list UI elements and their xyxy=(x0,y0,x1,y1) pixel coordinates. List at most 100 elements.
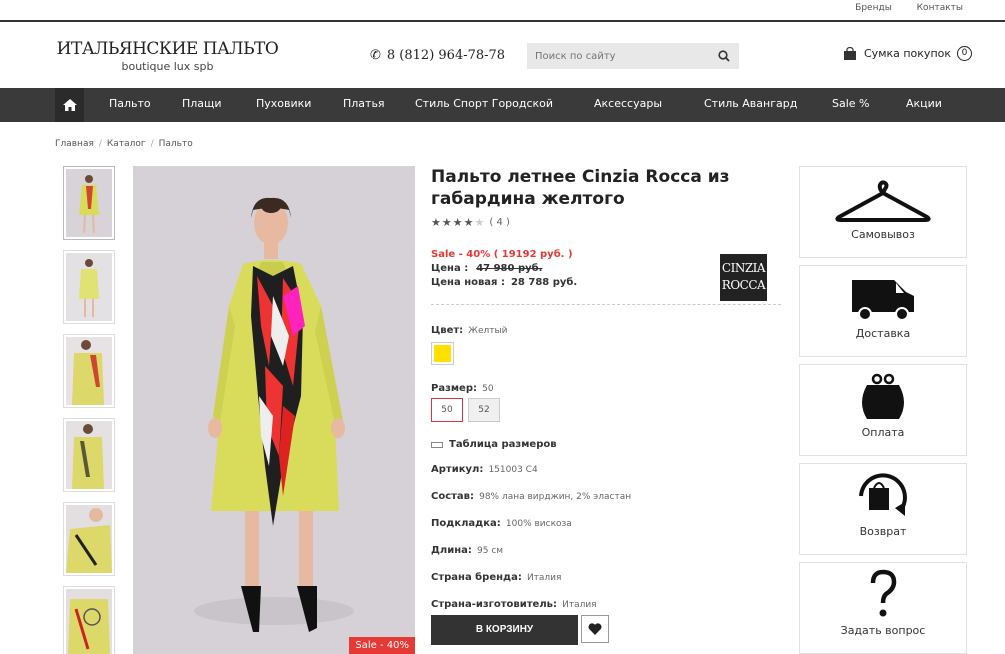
service-label: Самовывоз xyxy=(851,228,915,241)
nav-item-accessories[interactable]: Аксессуары xyxy=(594,97,662,110)
question-mark-icon xyxy=(870,569,897,617)
thumbnail[interactable] xyxy=(63,166,115,240)
color-value: Желтый xyxy=(468,326,508,336)
new-price: 28 788 руб. xyxy=(510,277,578,288)
divider xyxy=(431,304,781,305)
phone-icon: ✆ xyxy=(370,48,381,63)
search-icon[interactable] xyxy=(717,49,731,63)
shopping-bag-icon xyxy=(844,47,856,60)
spec-value: 100% вискоза xyxy=(505,519,572,529)
hanger-icon xyxy=(835,180,931,222)
spec-lining: Подкладка: 100% вискоза xyxy=(431,514,781,531)
home-icon xyxy=(62,99,77,111)
star-icon: ★ xyxy=(452,216,463,229)
add-to-cart-button[interactable]: В КОРЗИНУ xyxy=(431,615,578,645)
spec-label: Подкладка: xyxy=(431,518,501,529)
nav-item-urban-sport[interactable]: Стиль Спорт Городской xyxy=(415,97,553,110)
thumbnail-gallery xyxy=(63,166,115,654)
breadcrumb-coats[interactable]: Пальто xyxy=(159,139,193,149)
spec-label: Состав: xyxy=(431,491,475,502)
top-links: Бренды Контакты xyxy=(833,3,963,13)
nav-item-sale[interactable]: Sale % xyxy=(832,97,870,110)
size-selector: Размер: 50 50 52 xyxy=(431,376,781,422)
cart[interactable]: Сумка покупок 0 xyxy=(843,46,973,61)
size-table-link[interactable]: Таблица размеров xyxy=(431,439,781,450)
spec-composition: Состав: 98% лана вирджин, 2% эластан xyxy=(431,487,781,504)
site-logo[interactable]: ИТАЛЬЯНСКИЕ ПАЛЬТО boutique lux spb xyxy=(55,39,280,73)
thumbnail[interactable] xyxy=(63,334,115,408)
nav-item-dresses[interactable]: Платья xyxy=(343,97,385,110)
brands-link[interactable]: Бренды xyxy=(855,3,892,13)
product-title: Пальто летнее Cinzia Rocca из габардина … xyxy=(431,167,730,209)
star-icon: ★ xyxy=(431,216,441,229)
thumbnail[interactable] xyxy=(63,418,115,492)
service-label: Доставка xyxy=(855,327,911,340)
service-delivery[interactable]: Доставка xyxy=(799,265,967,357)
service-label: Оплата xyxy=(861,426,905,439)
color-swatch-yellow[interactable] xyxy=(431,342,454,365)
spec-value: 98% лана вирджин, 2% эластан xyxy=(479,492,632,502)
service-ask-question[interactable]: Задать вопрос xyxy=(799,562,967,654)
home-button[interactable] xyxy=(55,88,84,122)
thumbnail[interactable] xyxy=(63,502,115,576)
nav-item-raincoats[interactable]: Плащи xyxy=(182,97,222,110)
spec-article: Артикул: 151003 С4 xyxy=(431,460,781,477)
spec-label: Длина: xyxy=(431,545,472,556)
spec-value: Италия xyxy=(562,600,597,610)
service-return[interactable]: Возврат xyxy=(799,463,967,555)
spec-made-in: Страна-изготовитель: Италия xyxy=(431,595,781,612)
breadcrumb: Главная / Каталог / Пальто xyxy=(55,139,193,149)
spec-value: 95 см xyxy=(477,546,504,556)
phone-number[interactable]: ✆ 8 (812) 964-78-78 xyxy=(370,48,505,63)
thumbnail[interactable] xyxy=(63,586,115,654)
logo-subtitle: boutique lux spb xyxy=(121,60,214,73)
service-panel: Самовывоз Доставка Оплата Возврат Задать… xyxy=(799,166,967,654)
contacts-link[interactable]: Контакты xyxy=(917,3,963,13)
spec-brand-country: Страна бренда: Италия xyxy=(431,568,781,585)
sale-badge: Sale - 40% xyxy=(349,637,415,654)
cart-count: 0 xyxy=(957,46,973,61)
cart-label: Сумка покупок xyxy=(864,47,952,60)
breadcrumb-home[interactable]: Главная xyxy=(55,139,94,149)
spec-label: Страна-изготовитель: xyxy=(431,599,557,610)
search-input[interactable] xyxy=(527,43,707,69)
color-label: Цвет: xyxy=(431,325,464,336)
logo-title: ИТАЛЬЯНСКИЕ ПАЛЬТО xyxy=(56,39,279,59)
star-icon: ★ xyxy=(441,216,452,229)
size-table-label: Таблица размеров xyxy=(449,439,557,450)
wishlist-button[interactable] xyxy=(581,615,609,643)
rating[interactable]: ★ ★ ★ ★ ★ ( 4 ) xyxy=(431,216,781,229)
thumbnail[interactable] xyxy=(63,250,115,324)
header: ИТАЛЬЯНСКИЕ ПАЛЬТО boutique lux spb ✆ 8 (… xyxy=(0,22,1005,88)
main-nav: Пальто Плащи Пуховики Платья Стиль Спорт… xyxy=(0,88,1005,122)
buy-actions: В КОРЗИНУ xyxy=(431,615,609,645)
breadcrumb-catalog[interactable]: Каталог xyxy=(107,139,146,149)
nav-item-down-jackets[interactable]: Пуховики xyxy=(256,97,311,110)
spec-label: Страна бренда: xyxy=(431,572,522,583)
size-option-50[interactable]: 50 xyxy=(431,398,463,422)
search-box xyxy=(527,43,739,69)
nav-item-coats[interactable]: Пальто xyxy=(109,97,151,110)
brand-logo-line2: ROCCA xyxy=(721,278,766,292)
product-main-image[interactable]: Sale - 40% xyxy=(133,166,415,654)
heart-icon xyxy=(588,623,602,635)
service-pickup[interactable]: Самовывоз xyxy=(799,166,967,258)
nav-item-avantgarde[interactable]: Стиль Авангард xyxy=(704,97,797,110)
brand-logo[interactable]: CINZIA ROCCA xyxy=(720,254,767,301)
star-empty-icon: ★ xyxy=(474,216,485,229)
size-value: 50 xyxy=(482,384,494,394)
service-label: Возврат xyxy=(859,525,907,538)
star-icon: ★ xyxy=(463,216,474,229)
size-option-52[interactable]: 52 xyxy=(468,398,500,422)
purse-icon xyxy=(862,373,904,419)
service-payment[interactable]: Оплата xyxy=(799,364,967,456)
van-icon xyxy=(852,280,914,321)
top-bar: Бренды Контакты xyxy=(0,0,1005,22)
nav-item-promotions[interactable]: Акции xyxy=(906,97,942,110)
new-price-label: Цена новая : xyxy=(431,277,505,288)
price-label: Цена : xyxy=(431,263,469,274)
spec-value: Италия xyxy=(526,573,562,583)
rating-count: ( 4 ) xyxy=(489,217,510,228)
phone-text: 8 (812) 964-78-78 xyxy=(386,48,506,63)
brand-logo-line1: CINZIA xyxy=(721,261,766,275)
